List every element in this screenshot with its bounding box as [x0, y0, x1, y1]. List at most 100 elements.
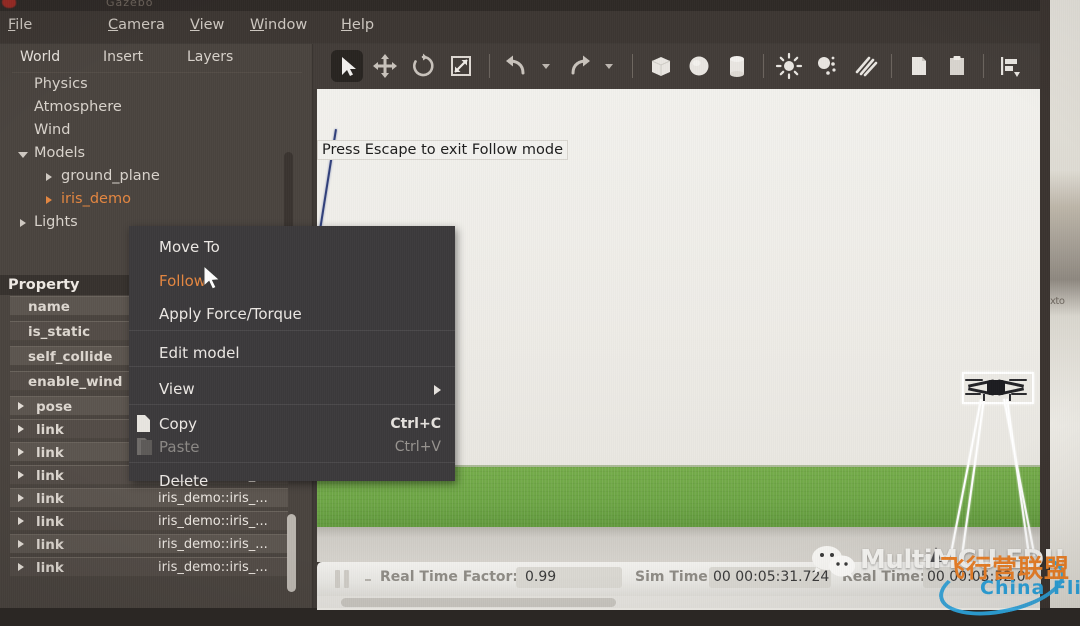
translate-icon[interactable] — [369, 50, 401, 82]
menu-help[interactable]: Help — [341, 17, 374, 33]
runway-marking — [923, 555, 932, 561]
real-time-label: Real Time: — [842, 569, 926, 585]
chevron-right-icon[interactable] — [18, 425, 28, 435]
chevron-down-icon[interactable] — [18, 149, 30, 161]
chevron-right-icon[interactable] — [18, 448, 28, 458]
sim-time-label: Sim Time: — [635, 569, 714, 585]
context-menu-shortcut: Ctrl+V — [394, 439, 441, 455]
toolbar-separator — [983, 54, 984, 78]
context-menu-label: Follow — [159, 272, 207, 290]
context-menu-separator — [129, 404, 455, 405]
tab-world[interactable]: World — [20, 49, 60, 65]
chevron-right-icon[interactable] — [18, 563, 28, 573]
sphere-icon[interactable] — [683, 50, 715, 82]
undo-dropdown-caret-icon[interactable] — [542, 64, 550, 69]
property-row-link-5[interactable]: link iris_demo::iris_... — [10, 511, 288, 531]
statusbar: Real Time Factor: 0.99 Sim Time: 00 00:0… — [317, 562, 1041, 596]
tab-underline — [12, 72, 302, 73]
chevron-right-icon[interactable] — [18, 402, 28, 412]
scale-icon[interactable] — [445, 50, 477, 82]
context-menu-label: Move To — [159, 238, 220, 256]
tree-item-lights[interactable]: Lights — [34, 214, 78, 237]
context-menu-label: View — [159, 380, 195, 398]
tree-item-iris-demo[interactable]: iris_demo — [61, 191, 131, 214]
chevron-right-icon-ground-plane[interactable] — [44, 172, 56, 184]
box-icon[interactable] — [645, 50, 677, 82]
property-row-link-7[interactable]: link iris_demo::iris_... — [10, 557, 288, 577]
redo-icon[interactable] — [563, 50, 595, 82]
context-menu-label: Apply Force/Torque — [159, 305, 302, 323]
property-value: iris_demo::iris_... — [158, 560, 268, 575]
property-label: link — [36, 491, 64, 507]
property-row-link-6[interactable]: link iris_demo::iris_... — [10, 534, 288, 554]
tree-item-physics[interactable]: Physics — [34, 76, 88, 99]
tab-layers[interactable]: Layers — [187, 49, 233, 65]
property-value: iris_demo::iris_... — [158, 514, 268, 529]
toolbar-separator — [891, 54, 892, 78]
real-time-factor-label: Real Time Factor: — [380, 569, 519, 585]
chevron-right-icon[interactable] — [18, 494, 28, 504]
property-label: link — [36, 537, 64, 553]
background-window-edge-text: xto — [1050, 296, 1065, 307]
toolbar-separator — [632, 54, 633, 78]
copy-icon[interactable] — [903, 50, 935, 82]
chevron-right-icon-iris-demo[interactable] — [44, 195, 56, 207]
property-scrollbar[interactable] — [287, 514, 296, 592]
menu-view[interactable]: View — [190, 17, 224, 33]
copy-icon — [135, 415, 152, 434]
align-icon[interactable] — [993, 50, 1025, 82]
tree-item-wind[interactable]: Wind — [34, 122, 70, 145]
chevron-right-icon-lights[interactable] — [18, 218, 30, 230]
context-menu-label: Copy — [159, 415, 198, 433]
property-label: enable_wind — [28, 374, 123, 390]
toolbar — [313, 44, 1040, 89]
property-label: is_static — [28, 324, 91, 340]
mouse-cursor — [203, 264, 223, 297]
drone-body — [987, 380, 1005, 395]
drone-rotor — [1011, 393, 1027, 395]
toolbar-separator — [763, 54, 764, 78]
menu-window[interactable]: Window — [250, 17, 307, 33]
point-light-icon[interactable] — [773, 50, 805, 82]
redo-dropdown-caret-icon[interactable] — [605, 64, 613, 69]
select-arrow-icon[interactable] — [331, 50, 363, 82]
selected-model-bounding-box[interactable] — [962, 372, 1034, 404]
cylinder-icon[interactable] — [721, 50, 753, 82]
context-menu-shortcut: Ctrl+C — [390, 416, 441, 432]
paste-icon — [135, 438, 152, 457]
property-value: iris_demo::iris_... — [158, 491, 268, 506]
property-label: pose — [36, 399, 73, 415]
chevron-right-icon[interactable] — [18, 517, 28, 527]
tree-item-models[interactable]: Models — [34, 145, 85, 168]
spot-light-icon[interactable] — [811, 50, 843, 82]
runway — [918, 547, 1028, 562]
tab-insert[interactable]: Insert — [103, 49, 143, 65]
rotate-icon[interactable] — [407, 50, 439, 82]
paste-icon[interactable] — [941, 50, 973, 82]
property-label: name — [28, 299, 70, 315]
follow-mode-tooltip: Press Escape to exit Follow mode — [317, 140, 569, 160]
pause-icon[interactable] — [335, 570, 351, 588]
menu-file[interactable]: File — [8, 17, 32, 33]
horizontal-scrollbar-thumb[interactable] — [341, 598, 616, 607]
property-label: link — [36, 514, 64, 530]
property-row-link-4[interactable]: link iris_demo::iris_... — [10, 488, 288, 508]
property-value: iris_demo::iris_... — [158, 537, 268, 552]
menu-camera[interactable]: Camera — [108, 17, 165, 33]
context-menu-label: Edit model — [159, 344, 240, 362]
drone-rotor — [1009, 379, 1027, 381]
menubar: File Camera View Window Help — [0, 11, 1040, 43]
chevron-right-icon[interactable] — [18, 471, 28, 481]
window-titlebar: Gazebo — [0, 0, 1040, 11]
tree-item-atmosphere[interactable]: Atmosphere — [34, 99, 122, 122]
directional-light-icon[interactable] — [849, 50, 881, 82]
runway-marking — [939, 555, 948, 561]
chevron-right-icon[interactable] — [18, 540, 28, 550]
gazebo-window: Gazebo File Camera View Window Help Worl… — [0, 0, 1041, 610]
real-time-factor-value: 0.99 — [525, 569, 557, 585]
undo-icon[interactable] — [501, 50, 533, 82]
real-time-value: 00 00:05:52.0 — [927, 569, 1026, 585]
property-header: Property — [0, 275, 138, 295]
window-title: Gazebo — [106, 0, 154, 9]
tree-item-ground-plane[interactable]: ground_plane — [61, 168, 160, 191]
